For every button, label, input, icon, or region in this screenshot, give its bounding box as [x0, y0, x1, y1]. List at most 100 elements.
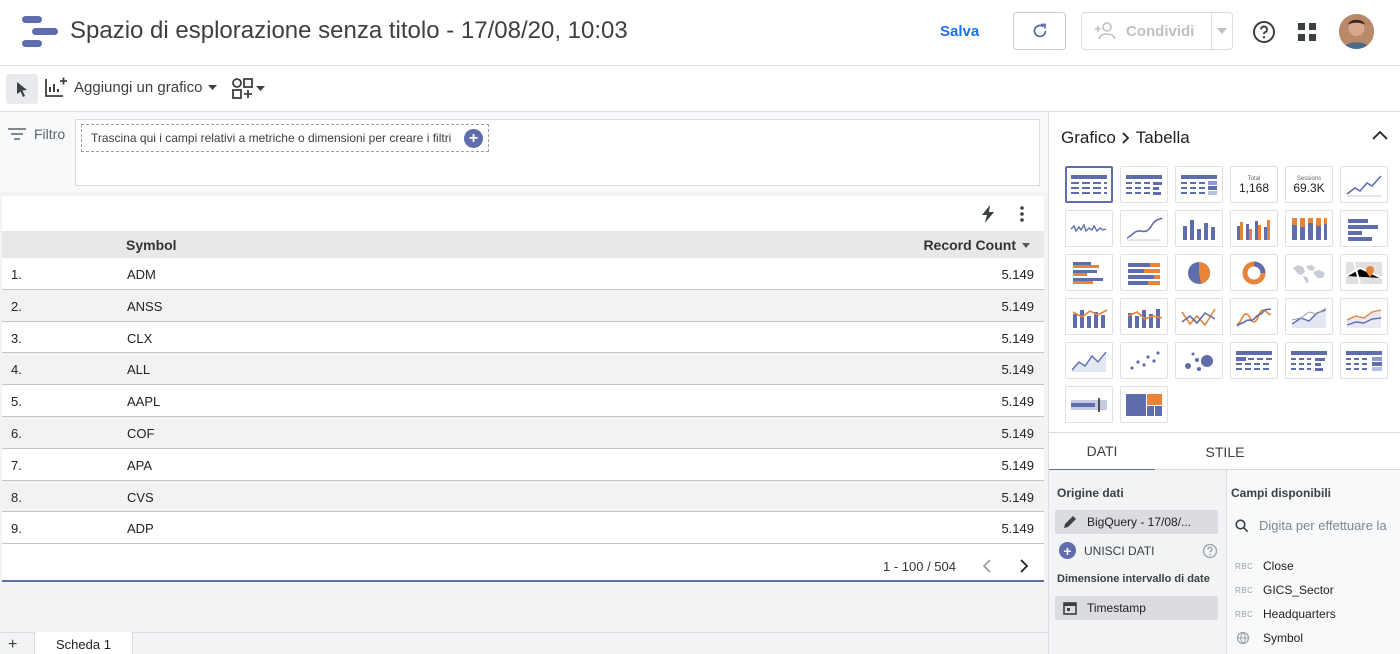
- chart-type-scorecard-compact[interactable]: Sessions 69.3K: [1285, 166, 1333, 203]
- help-icon[interactable]: [1202, 543, 1218, 559]
- optimize-lightning-icon[interactable]: [978, 204, 998, 224]
- chart-type-bar[interactable]: [1340, 210, 1388, 247]
- table-row[interactable]: 1. ADM 5.149: [2, 258, 1044, 290]
- chart-type-stacked-combo[interactable]: [1120, 298, 1168, 335]
- page-tab-1[interactable]: Scheda 1: [34, 632, 133, 654]
- tab-style[interactable]: STILE: [1155, 433, 1295, 471]
- share-button[interactable]: Condividi: [1081, 12, 1233, 50]
- select-tool-button[interactable]: [6, 74, 38, 104]
- more-vert-icon[interactable]: [1012, 204, 1032, 224]
- chart-toolbar: [978, 204, 1032, 224]
- save-button[interactable]: Salva: [930, 21, 989, 42]
- record-count-label: Record Count: [923, 237, 1016, 253]
- chart-type-donut[interactable]: [1230, 254, 1278, 291]
- available-field-item[interactable]: RBC Close: [1235, 554, 1395, 578]
- field-search-input[interactable]: Digita per effettuare la: [1235, 518, 1387, 533]
- datasource-selector[interactable]: BigQuery - 17/08/...: [1055, 510, 1218, 534]
- column-header-symbol[interactable]: Symbol: [126, 237, 177, 253]
- chart-type-grouped-bar[interactable]: [1065, 254, 1113, 291]
- caret-down-icon: [256, 85, 265, 91]
- filter-drop-zone[interactable]: Trascina qui i campi relativi a metriche…: [81, 124, 489, 152]
- chart-type-stacked-area[interactable]: [1340, 298, 1388, 335]
- chart-type-stacked-column[interactable]: [1285, 210, 1333, 247]
- next-page-button[interactable]: [1016, 558, 1032, 574]
- table-row[interactable]: 8. CVS 5.149: [2, 480, 1044, 513]
- table-row[interactable]: 6. COF 5.149: [2, 416, 1044, 449]
- chart-type-pivot-table[interactable]: [1230, 342, 1278, 379]
- add-filter-icon[interactable]: +: [464, 129, 483, 148]
- chart-type-pivot-table-heatmap[interactable]: [1340, 342, 1388, 379]
- table-row[interactable]: 7. APA 5.149: [2, 449, 1044, 481]
- add-control-button[interactable]: [230, 76, 265, 100]
- table-row[interactable]: 9. ADP 5.149: [2, 512, 1044, 545]
- cell-record-count: 5.149: [1001, 489, 1034, 505]
- breadcrumb-table: Tabella: [1135, 128, 1190, 147]
- chart-type-sparkline[interactable]: [1065, 210, 1113, 247]
- chart-type-google-maps[interactable]: [1340, 254, 1388, 291]
- chart-type-area[interactable]: [1285, 298, 1333, 335]
- table-row[interactable]: 2. ANSS 5.149: [2, 289, 1044, 322]
- merge-data-button[interactable]: + UNISCI DATI: [1059, 542, 1154, 559]
- add-page-button[interactable]: +: [8, 636, 17, 654]
- share-main[interactable]: Condividi: [1082, 13, 1212, 49]
- cell-symbol: ADM: [127, 267, 156, 282]
- table-chart[interactable]: Symbol Record Count 1. ADM 5.149 2. ANSS 5.14…: [2, 196, 1044, 582]
- chart-type-scorecard[interactable]: Total 1,168: [1230, 166, 1278, 203]
- tab-data[interactable]: DATI: [1049, 433, 1155, 471]
- collapse-chevron-up-icon[interactable]: [1370, 126, 1390, 146]
- filter-toggle[interactable]: Filtro: [8, 126, 65, 142]
- add-chart-label: Aggiungi un grafico: [74, 78, 203, 96]
- apps-grid-icon[interactable]: [1297, 22, 1317, 42]
- sort-desc-icon: [1022, 242, 1030, 248]
- chart-type-scatter[interactable]: [1120, 342, 1168, 379]
- field-name: Close: [1263, 559, 1294, 573]
- chart-type-combo[interactable]: [1065, 298, 1113, 335]
- chart-type-table-heatmap[interactable]: [1175, 166, 1223, 203]
- page-tabs-bar: + Scheda 1: [0, 632, 1048, 654]
- chart-type-stacked-bar[interactable]: [1120, 254, 1168, 291]
- field-name: GICS_Sector: [1263, 583, 1334, 597]
- cell-record-count: 5.149: [1001, 267, 1034, 282]
- date-range-dimension[interactable]: Timestamp: [1055, 596, 1218, 620]
- chart-type-table[interactable]: [1065, 166, 1113, 203]
- chart-type-grouped-column[interactable]: [1230, 210, 1278, 247]
- prev-page-button[interactable]: [978, 558, 994, 574]
- help-icon[interactable]: [1252, 20, 1276, 44]
- data-studio-logo-icon[interactable]: [22, 16, 58, 48]
- table-header: Symbol Record Count: [2, 231, 1044, 258]
- chart-type-table-bars[interactable]: [1120, 166, 1168, 203]
- table-row[interactable]: 3. CLX 5.149: [2, 322, 1044, 354]
- chart-type-line[interactable]: [1175, 298, 1223, 335]
- chart-type-pivot-table-bars[interactable]: [1285, 342, 1333, 379]
- chart-type-time-series[interactable]: [1340, 166, 1388, 203]
- refresh-button[interactable]: [1013, 12, 1066, 50]
- chart-type-smooth-line[interactable]: [1230, 298, 1278, 335]
- available-field-item[interactable]: RBC Headquarters: [1235, 602, 1395, 626]
- chart-type-bullet[interactable]: [1065, 386, 1113, 423]
- add-chart-button[interactable]: Aggiungi un grafico: [44, 76, 218, 98]
- column-header-record-count[interactable]: Record Count: [923, 237, 1030, 253]
- cell-record-count: 5.149: [1001, 457, 1034, 473]
- share-dropdown-button[interactable]: [1212, 28, 1232, 34]
- cell-symbol: APA: [127, 457, 153, 473]
- cursor-arrow-icon: [17, 82, 27, 97]
- table-row[interactable]: 5. AAPL 5.149: [2, 385, 1044, 417]
- chart-type-smoothed-time-series[interactable]: [1120, 210, 1168, 247]
- available-field-item[interactable]: Symbol: [1235, 626, 1395, 650]
- page-title[interactable]: Spazio di esplorazione senza titolo - 17…: [70, 17, 628, 45]
- refresh-icon: [1033, 23, 1046, 38]
- chart-type-pie[interactable]: [1175, 254, 1223, 291]
- cell-record-count: 5.149: [1001, 425, 1034, 441]
- add-circle-icon: +: [1059, 542, 1076, 559]
- edit-pencil-icon: [1064, 516, 1076, 528]
- chart-type-100-area[interactable]: [1065, 342, 1113, 379]
- chart-type-column[interactable]: [1175, 210, 1223, 247]
- chart-type-bubble[interactable]: [1175, 342, 1223, 379]
- cell-symbol: ANSS: [127, 298, 163, 314]
- chart-type-treemap[interactable]: [1120, 386, 1168, 423]
- breadcrumb-chart[interactable]: Grafico: [1061, 128, 1116, 148]
- available-field-item[interactable]: RBC GICS_Sector: [1235, 578, 1395, 602]
- chart-type-geo-map[interactable]: [1285, 254, 1333, 291]
- user-avatar[interactable]: [1339, 14, 1374, 49]
- table-row[interactable]: 4. ALL 5.149: [2, 353, 1044, 386]
